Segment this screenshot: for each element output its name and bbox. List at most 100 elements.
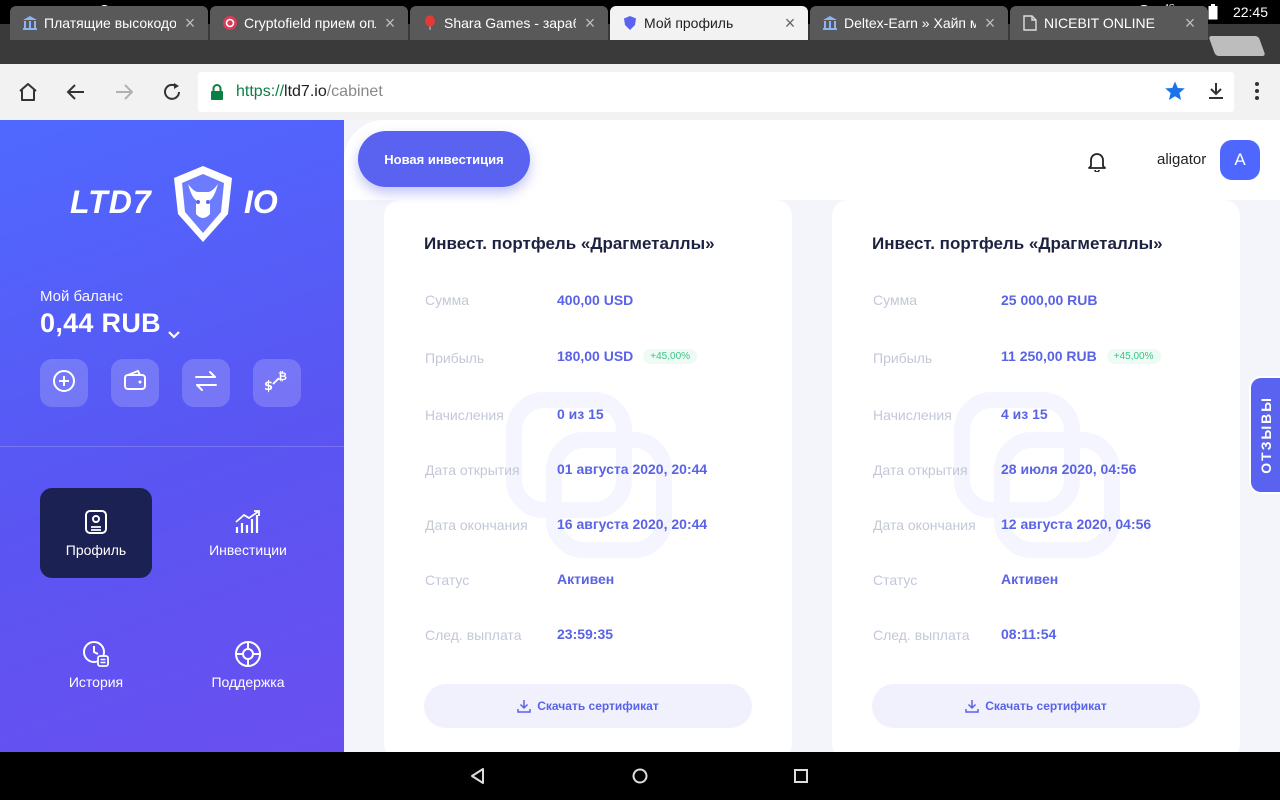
row-value: 25 000,00 RUB: [1001, 292, 1098, 308]
nav-label: Профиль: [65, 542, 127, 558]
balance-dropdown[interactable]: 0,44 RUB: [40, 308, 181, 339]
exchange-icon: $ ₿: [263, 368, 291, 399]
bank-icon: [822, 15, 838, 31]
bull-shield-icon: [168, 162, 238, 246]
logo-text-right: IO: [244, 184, 278, 220]
row-label: Дата окончания: [873, 517, 976, 533]
download-icon[interactable]: [1205, 80, 1227, 102]
bell-icon[interactable]: [1086, 150, 1108, 173]
forward-icon[interactable]: [100, 68, 148, 116]
row-value: Активен: [1001, 571, 1059, 587]
nav-label: Поддержка: [211, 674, 285, 690]
download-certificate-button[interactable]: Скачать сертификат: [424, 684, 752, 728]
lock-icon: [210, 84, 226, 100]
logo[interactable]: LTD7 IO: [70, 162, 290, 246]
deposit-button[interactable]: [40, 359, 88, 407]
balance-label: Мой баланс: [40, 288, 124, 305]
nav-item-support[interactable]: Поддержка: [192, 620, 304, 710]
tab-title: NICEBIT ONLINE: [1044, 15, 1155, 31]
tab-deltex[interactable]: Deltex-Earn » Хайп мо ×: [810, 6, 1008, 40]
page-icon: [1022, 15, 1038, 31]
wallet-icon: [122, 368, 148, 399]
home-icon[interactable]: [4, 68, 52, 116]
chart-icon: [234, 508, 262, 536]
row-value: 12 августа 2020, 04:56: [1001, 516, 1152, 532]
nav-label: Инвестиции: [209, 542, 287, 558]
close-icon[interactable]: ×: [782, 13, 798, 34]
clock: 22:45: [1232, 4, 1268, 20]
row-label: Сумма: [425, 292, 469, 308]
close-icon[interactable]: ×: [182, 13, 198, 34]
balance-value: 0,44 RUB: [40, 308, 161, 338]
row-value: 11 250,00 RUB +45,00%: [1001, 348, 1161, 364]
investment-card: Инвест. портфель «Драгметаллы» Сумма 25 …: [832, 200, 1240, 752]
system-nav-bar: [0, 752, 1280, 800]
deposit-icon: [51, 368, 77, 399]
new-tab-button[interactable]: [1208, 36, 1266, 56]
tab-shara-games[interactable]: Shara Games - зараб ×: [410, 6, 608, 40]
row-label: След. выплата: [425, 627, 522, 643]
bank-icon: [22, 15, 38, 31]
chevron-down-icon: [167, 317, 181, 339]
button-label: Скачать сертификат: [985, 699, 1107, 713]
nav-item-history[interactable]: История: [40, 620, 152, 710]
card-title: Инвест. портфель «Драгметаллы»: [872, 234, 1163, 253]
profit-badge: +45,00%: [1106, 348, 1161, 364]
close-icon[interactable]: ×: [1182, 13, 1198, 34]
ltd7-icon: [622, 15, 638, 31]
tab-title: Платящие высокодо: [44, 15, 176, 31]
avatar[interactable]: A: [1220, 140, 1260, 180]
menu-icon[interactable]: [1246, 80, 1268, 102]
download-icon: [965, 700, 979, 713]
cryptofield-icon: [222, 15, 238, 31]
row-value: 180,00 USD +45,00%: [557, 348, 698, 364]
url-host: ltd7.io: [284, 83, 327, 100]
address-bar[interactable]: https:// ltd7.io /cabinet: [198, 72, 1234, 112]
tab-my-profile[interactable]: Мой профиль ×: [610, 6, 808, 40]
transfer-button[interactable]: [182, 359, 230, 407]
page-content: LTD7 IO Мой баланс 0,44 RUB $ ₿ Профиль …: [0, 120, 1280, 752]
nav-item-investments[interactable]: Инвестиции: [192, 488, 304, 578]
row-value: 400,00 USD: [557, 292, 634, 308]
exchange-button[interactable]: $ ₿: [253, 359, 301, 407]
row-label: Начисления: [425, 407, 504, 423]
row-label: Дата открытия: [873, 462, 968, 478]
username[interactable]: aligator: [1157, 151, 1206, 168]
wallet-button[interactable]: [111, 359, 159, 407]
sidebar: LTD7 IO Мой баланс 0,44 RUB $ ₿ Профиль …: [0, 120, 344, 752]
row-label: Сумма: [873, 292, 917, 308]
row-label: Прибыль: [873, 350, 933, 366]
reload-icon[interactable]: [148, 68, 196, 116]
recents-square-icon[interactable]: [791, 766, 811, 786]
row-value: 01 августа 2020, 20:44: [557, 461, 708, 477]
row-label: Статус: [873, 572, 918, 588]
tab-cryptofield[interactable]: Cryptofield прием опл ×: [210, 6, 408, 40]
nav-item-profile[interactable]: Профиль: [40, 488, 152, 578]
close-icon[interactable]: ×: [582, 13, 598, 34]
back-triangle-icon[interactable]: [468, 766, 488, 786]
sidebar-divider: [0, 446, 344, 447]
tab-title: Shara Games - зараб: [444, 15, 576, 31]
download-icon: [517, 700, 531, 713]
tab-nicebit[interactable]: NICEBIT ONLINE ×: [1010, 6, 1208, 40]
balloon-icon: [422, 15, 438, 31]
button-label: Скачать сертификат: [537, 699, 659, 713]
close-icon[interactable]: ×: [382, 13, 398, 34]
logo-text-left: LTD7: [70, 184, 152, 220]
card-title: Инвест. портфель «Драгметаллы»: [424, 234, 715, 253]
tab-title: Мой профиль: [644, 15, 734, 31]
svg-text:$: $: [264, 379, 273, 394]
tab-title: Deltex-Earn » Хайп мо: [844, 15, 976, 31]
svg-text:₿: ₿: [278, 370, 287, 383]
new-investment-button[interactable]: Новая инвестиция: [358, 131, 530, 187]
support-icon: [234, 640, 262, 668]
reviews-tab[interactable]: ОТЗЫВЫ: [1249, 376, 1280, 494]
tab-title: Cryptofield прием опл: [244, 15, 376, 31]
row-value: 16 августа 2020, 20:44: [557, 516, 708, 532]
home-circle-icon[interactable]: [630, 766, 650, 786]
back-icon[interactable]: [52, 68, 100, 116]
download-certificate-button[interactable]: Скачать сертификат: [872, 684, 1200, 728]
close-icon[interactable]: ×: [982, 13, 998, 34]
bookmark-star-icon[interactable]: [1164, 80, 1186, 102]
tab-platyashchie[interactable]: Платящие высокодо ×: [10, 6, 208, 40]
